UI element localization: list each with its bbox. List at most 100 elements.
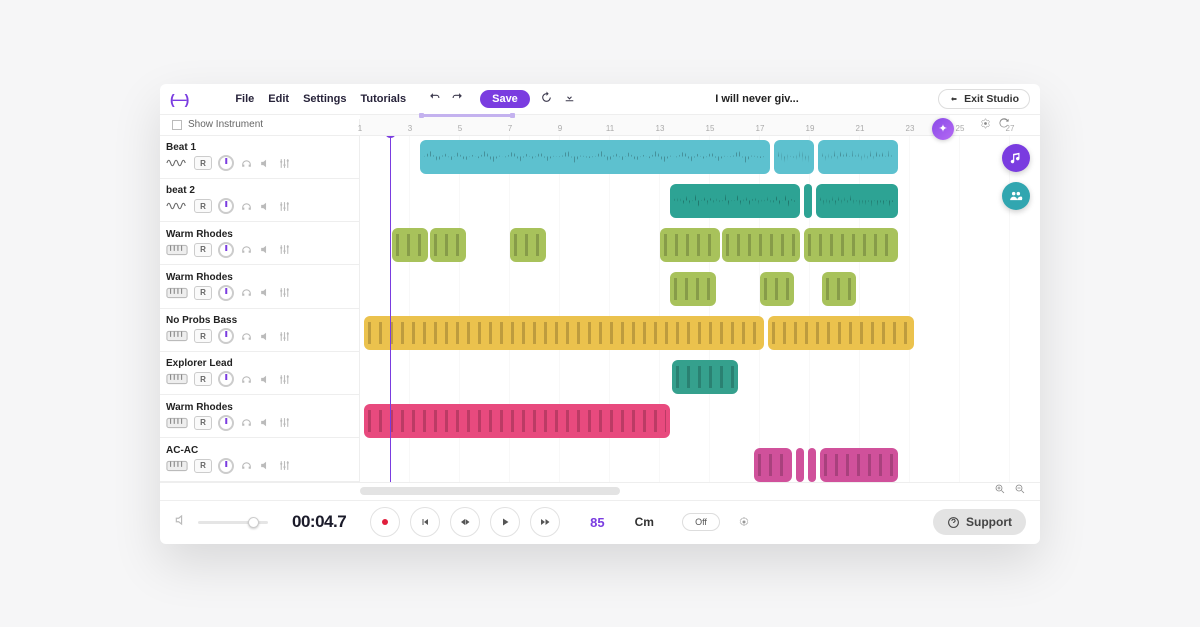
fx-icon[interactable] bbox=[278, 373, 291, 386]
headphones-icon[interactable] bbox=[240, 286, 253, 299]
record-button[interactable] bbox=[370, 507, 400, 537]
volume-handle[interactable] bbox=[248, 517, 259, 528]
redo-icon[interactable] bbox=[451, 91, 464, 107]
midi-clip[interactable] bbox=[672, 360, 738, 394]
midi-clip[interactable] bbox=[660, 228, 720, 262]
track-header[interactable]: AC-ACR bbox=[160, 438, 359, 481]
song-title[interactable]: I will never giv... bbox=[584, 93, 930, 105]
audio-clip[interactable] bbox=[670, 184, 800, 218]
midi-clip[interactable] bbox=[754, 448, 792, 482]
arrangement-row[interactable] bbox=[360, 356, 1040, 400]
play-button[interactable] bbox=[490, 507, 520, 537]
midi-clip[interactable] bbox=[510, 228, 546, 262]
download-icon[interactable] bbox=[563, 91, 576, 107]
scroll-thumb[interactable] bbox=[360, 487, 620, 495]
volume-icon[interactable] bbox=[259, 286, 272, 299]
record-arm-button[interactable]: R bbox=[194, 329, 212, 343]
audio-clip[interactable] bbox=[774, 140, 814, 174]
tempo-display[interactable]: 85 bbox=[590, 515, 604, 530]
midi-clip[interactable] bbox=[796, 448, 804, 482]
show-instrument-toggle[interactable]: Show Instrument bbox=[160, 119, 360, 130]
track-header[interactable]: Warm RhodesR bbox=[160, 265, 359, 308]
timeline-ruler[interactable]: 13579111315171921232527 bbox=[360, 115, 950, 135]
zoom-out-icon[interactable] bbox=[1014, 482, 1026, 500]
record-arm-button[interactable]: R bbox=[194, 372, 212, 386]
playhead[interactable] bbox=[390, 136, 391, 482]
fx-icon[interactable] bbox=[278, 157, 291, 170]
mute-icon[interactable] bbox=[174, 513, 188, 532]
audio-clip[interactable] bbox=[420, 140, 770, 174]
volume-icon[interactable] bbox=[259, 459, 272, 472]
arrangement-row[interactable] bbox=[360, 136, 1040, 180]
pan-knob[interactable] bbox=[218, 198, 234, 214]
fx-icon[interactable] bbox=[278, 330, 291, 343]
pan-knob[interactable] bbox=[218, 155, 234, 171]
audio-clip[interactable] bbox=[818, 140, 898, 174]
headphones-icon[interactable] bbox=[240, 459, 253, 472]
track-header[interactable]: No Probs BassR bbox=[160, 309, 359, 352]
undo-icon[interactable] bbox=[428, 91, 441, 107]
track-header[interactable]: Explorer LeadR bbox=[160, 352, 359, 395]
pan-knob[interactable] bbox=[218, 371, 234, 387]
audio-clip[interactable] bbox=[816, 184, 898, 218]
track-header[interactable]: Warm RhodesR bbox=[160, 395, 359, 438]
volume-icon[interactable] bbox=[259, 416, 272, 429]
volume-icon[interactable] bbox=[259, 373, 272, 386]
volume-icon[interactable] bbox=[259, 200, 272, 213]
go-to-start-button[interactable] bbox=[410, 507, 440, 537]
menu-edit[interactable]: Edit bbox=[268, 93, 289, 105]
fx-icon[interactable] bbox=[278, 416, 291, 429]
volume-icon[interactable] bbox=[259, 157, 272, 170]
headphones-icon[interactable] bbox=[240, 416, 253, 429]
save-button[interactable]: Save bbox=[480, 90, 530, 108]
headphones-icon[interactable] bbox=[240, 157, 253, 170]
fx-icon[interactable] bbox=[278, 286, 291, 299]
master-volume-slider[interactable] bbox=[198, 521, 268, 524]
audio-clip[interactable] bbox=[804, 184, 812, 218]
midi-clip[interactable] bbox=[768, 316, 914, 350]
arrangement-row[interactable] bbox=[360, 268, 1040, 312]
midi-clip[interactable] bbox=[670, 272, 716, 306]
timecode-display[interactable]: 00:04.7 bbox=[292, 512, 346, 532]
menu-tutorials[interactable]: Tutorials bbox=[360, 93, 406, 105]
horizontal-scrollbar[interactable] bbox=[360, 483, 980, 500]
history-icon[interactable] bbox=[540, 91, 553, 107]
arrangement-row[interactable] bbox=[360, 180, 1040, 224]
metronome-settings-icon[interactable] bbox=[738, 516, 750, 528]
record-arm-button[interactable]: R bbox=[194, 286, 212, 300]
fx-icon[interactable] bbox=[278, 459, 291, 472]
headphones-icon[interactable] bbox=[240, 243, 253, 256]
key-display[interactable]: Cm bbox=[635, 515, 654, 529]
pan-knob[interactable] bbox=[218, 458, 234, 474]
pan-knob[interactable] bbox=[218, 415, 234, 431]
track-header[interactable]: beat 2R bbox=[160, 179, 359, 222]
fx-icon[interactable] bbox=[278, 243, 291, 256]
menu-settings[interactable]: Settings bbox=[303, 93, 346, 105]
arrangement-row[interactable] bbox=[360, 444, 1040, 482]
midi-clip[interactable] bbox=[822, 272, 856, 306]
library-button[interactable] bbox=[1002, 144, 1030, 172]
menu-file[interactable]: File bbox=[235, 93, 254, 105]
support-button[interactable]: Support bbox=[933, 509, 1026, 535]
record-arm-button[interactable]: R bbox=[194, 416, 212, 430]
midi-clip[interactable] bbox=[808, 448, 816, 482]
midi-clip[interactable] bbox=[804, 228, 898, 262]
track-header[interactable]: Beat 1R bbox=[160, 136, 359, 179]
midi-clip[interactable] bbox=[430, 228, 466, 262]
record-arm-button[interactable]: R bbox=[194, 243, 212, 257]
arrangement-row[interactable] bbox=[360, 312, 1040, 356]
settings-icon[interactable] bbox=[980, 118, 991, 132]
midi-clip[interactable] bbox=[820, 448, 898, 482]
rewind-button[interactable] bbox=[450, 507, 480, 537]
record-arm-button[interactable]: R bbox=[194, 199, 212, 213]
fast-forward-button[interactable] bbox=[530, 507, 560, 537]
record-arm-button[interactable]: R bbox=[194, 156, 212, 170]
track-header[interactable]: Warm RhodesR bbox=[160, 222, 359, 265]
arrangement-grid[interactable] bbox=[360, 136, 1040, 482]
fx-icon[interactable] bbox=[278, 200, 291, 213]
pan-knob[interactable] bbox=[218, 285, 234, 301]
headphones-icon[interactable] bbox=[240, 200, 253, 213]
midi-clip[interactable] bbox=[392, 228, 428, 262]
loop-region[interactable] bbox=[420, 114, 514, 117]
midi-clip[interactable] bbox=[364, 316, 764, 350]
